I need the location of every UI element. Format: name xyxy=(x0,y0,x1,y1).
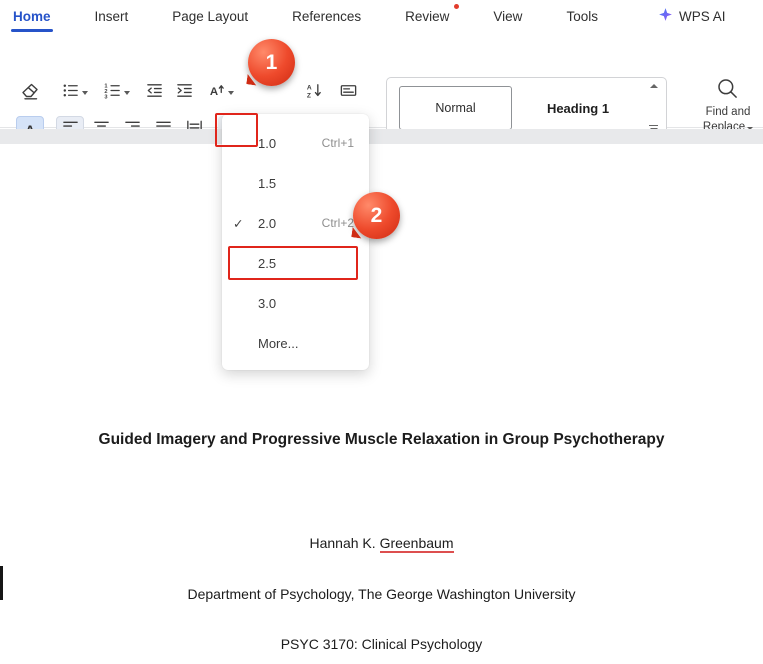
tab-tools[interactable]: Tools xyxy=(563,0,601,32)
numbered-list-icon: 123 xyxy=(103,81,122,105)
numbered-list-button[interactable]: 123 xyxy=(98,79,135,107)
menu-item-label: 1.5 xyxy=(258,175,277,191)
author-surname-misspelled: Greenbaum xyxy=(379,535,454,553)
document-course-line: PSYC 3170: Clinical Psychology xyxy=(280,636,483,652)
gallery-scroll-up-icon[interactable] xyxy=(649,84,658,88)
style-normal-label: Normal xyxy=(435,101,476,115)
clear-formatting-button[interactable] xyxy=(16,79,44,107)
style-normal[interactable]: Normal xyxy=(399,86,512,130)
menu-item-spacing-3-0[interactable]: 3.0 xyxy=(222,283,369,323)
chevron-down-icon xyxy=(228,91,234,95)
menu-item-label: More... xyxy=(258,335,299,351)
tab-insert-label: Insert xyxy=(94,8,129,24)
menu-item-shortcut: Ctrl+1 xyxy=(321,136,354,150)
bullet-list-button[interactable] xyxy=(56,79,93,107)
menu-item-label: 3.0 xyxy=(258,295,277,311)
menu-item-spacing-1-0[interactable]: 1.0 Ctrl+1 xyxy=(222,123,369,163)
menu-item-spacing-1-5[interactable]: 1.5 xyxy=(222,163,369,203)
tab-insert[interactable]: Insert xyxy=(92,0,132,32)
tab-view[interactable]: View xyxy=(490,0,525,32)
step-badge-2: 2 xyxy=(353,192,400,239)
document-affiliation-line: Department of Psychology, The George Was… xyxy=(187,586,576,602)
find-replace-button[interactable]: Find and Replace xyxy=(695,76,761,135)
decrease-indent-button[interactable] xyxy=(140,79,168,107)
tab-page-layout[interactable]: Page Layout xyxy=(169,0,251,32)
find-replace-magnifier-icon xyxy=(695,76,761,102)
checkmark-icon: ✓ xyxy=(233,216,244,231)
menu-item-label: 2.5 xyxy=(258,255,277,271)
document-title: Guided Imagery and Progressive Muscle Re… xyxy=(98,431,665,448)
tab-wps-ai[interactable]: WPS AI xyxy=(655,0,729,32)
menu-item-label: 1.0 xyxy=(258,135,277,151)
svg-text:A: A xyxy=(306,85,311,92)
tab-review-label: Review xyxy=(405,8,450,24)
tab-home[interactable]: Home xyxy=(10,0,54,32)
svg-text:A: A xyxy=(210,86,218,98)
tab-tools-label: Tools xyxy=(566,8,598,24)
svg-text:Z: Z xyxy=(306,93,310,100)
sort-button[interactable]: AZ xyxy=(300,79,328,107)
notification-dot xyxy=(454,4,460,9)
bullet-list-icon xyxy=(61,81,80,105)
author-prefix: Hannah K. xyxy=(309,535,380,551)
wps-ai-sparkle-icon xyxy=(658,7,673,25)
chevron-down-icon xyxy=(124,91,130,95)
decrease-indent-icon xyxy=(145,81,164,105)
step-badge-1: 1 xyxy=(248,39,295,86)
text-effects-icon: A xyxy=(207,81,226,105)
style-heading1[interactable]: Heading 1 xyxy=(519,86,637,130)
tab-references[interactable]: References xyxy=(289,0,364,32)
text-effects-button[interactable]: A xyxy=(202,79,239,107)
increase-indent-icon xyxy=(175,81,194,105)
formatting-marks-icon xyxy=(339,81,358,105)
tab-wps-ai-label: WPS AI xyxy=(678,8,726,24)
tab-view-label: View xyxy=(493,8,523,24)
chevron-down-icon xyxy=(82,91,88,95)
menubar: Home Insert Page Layout References Revie… xyxy=(0,0,763,32)
tab-references-label: References xyxy=(292,8,362,24)
style-heading1-label: Heading 1 xyxy=(546,100,610,116)
sort-az-icon: AZ xyxy=(305,81,324,105)
svg-text:3: 3 xyxy=(104,94,107,100)
increase-indent-button[interactable] xyxy=(170,79,198,107)
menu-item-spacing-2-0[interactable]: ✓ 2.0 Ctrl+2 xyxy=(222,203,369,243)
style-gallery-scrollbar xyxy=(646,84,661,132)
show-marks-button[interactable] xyxy=(334,79,362,107)
line-spacing-menu: 1.0 Ctrl+1 1.5 ✓ 2.0 Ctrl+2 2.5 3.0 More… xyxy=(222,114,369,370)
find-replace-label-line1: Find and xyxy=(705,106,751,118)
menu-item-label: 2.0 xyxy=(258,215,277,231)
menu-item-spacing-2-5[interactable]: 2.5 xyxy=(228,246,358,280)
menu-item-shortcut: Ctrl+2 xyxy=(321,216,354,230)
eraser-icon xyxy=(20,81,40,106)
text-cursor xyxy=(0,566,3,600)
tab-review[interactable]: Review xyxy=(402,0,460,32)
tab-page-layout-label: Page Layout xyxy=(172,8,249,24)
document-author-line: Hannah K. Greenbaum xyxy=(0,533,763,553)
menu-item-spacing-more[interactable]: More... xyxy=(222,323,369,363)
ribbon-toolbar: 123 A AZ A Normal He xyxy=(0,32,763,147)
tab-home-label: Home xyxy=(13,8,51,24)
